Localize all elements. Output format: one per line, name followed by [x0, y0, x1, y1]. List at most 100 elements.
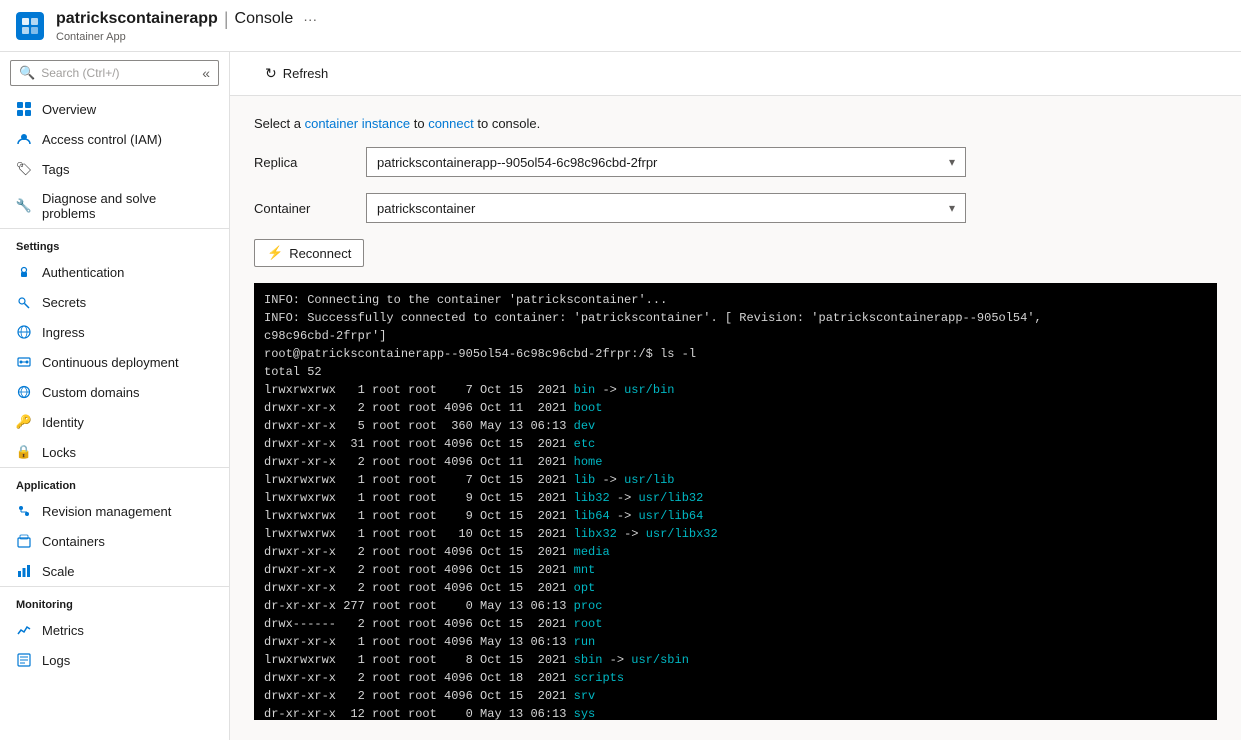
scale-icon — [16, 563, 32, 579]
search-box[interactable]: 🔍 Search (Ctrl+/) « — [10, 60, 219, 86]
instruction-text: Select a container instance to connect t… — [254, 116, 1217, 131]
container-link[interactable]: container — [305, 116, 358, 131]
replica-field-row: Replica patrickscontainerapp--905ol54-6c… — [254, 147, 1217, 177]
header-more-icon[interactable]: ··· — [303, 11, 317, 27]
terminal[interactable]: INFO: Connecting to the container 'patri… — [254, 283, 1217, 720]
sidebar-label-revision: Revision management — [42, 504, 213, 519]
domains-icon — [16, 384, 32, 400]
content-area: ↻ Refresh Select a container instance to… — [230, 52, 1241, 740]
sidebar-label-ingress: Ingress — [42, 325, 213, 340]
sidebar-item-iam[interactable]: Access control (IAM) — [0, 124, 229, 154]
terminal-line: drwxr-xr-x 2 root root 4096 Oct 11 2021 … — [264, 453, 1207, 471]
sidebar-item-authentication[interactable]: Authentication — [0, 257, 229, 287]
terminal-line: INFO: Successfully connected to containe… — [264, 309, 1207, 327]
sidebar-item-locks[interactable]: 🔒 Locks — [0, 437, 229, 467]
search-placeholder: Search (Ctrl+/) — [41, 66, 196, 80]
sidebar-item-scale[interactable]: Scale — [0, 556, 229, 586]
sidebar-label-containers: Containers — [42, 534, 213, 549]
sidebar-item-identity[interactable]: 🔑 Identity — [0, 407, 229, 437]
sidebar-item-secrets[interactable]: Secrets — [0, 287, 229, 317]
iam-icon — [16, 131, 32, 147]
terminal-line: drwxr-xr-x 31 root root 4096 Oct 15 2021… — [264, 435, 1207, 453]
header-app-name: patrickscontainerapp — [56, 10, 218, 28]
sidebar-label-iam: Access control (IAM) — [42, 132, 213, 147]
terminal-line: drwxr-xr-x 2 root root 4096 Oct 15 2021 … — [264, 561, 1207, 579]
replica-label: Replica — [254, 155, 354, 170]
terminal-line: drwxr-xr-x 2 root root 4096 Oct 15 2021 … — [264, 543, 1207, 561]
sidebar-label-locks: Locks — [42, 445, 213, 460]
app-icon — [16, 12, 44, 40]
auth-icon — [16, 264, 32, 280]
container-value: patrickscontainer — [377, 201, 949, 216]
container-field-row: Container patrickscontainer ▾ — [254, 193, 1217, 223]
search-icon: 🔍 — [19, 65, 35, 81]
terminal-line: drwxr-xr-x 2 root root 4096 Oct 15 2021 … — [264, 579, 1207, 597]
overview-icon — [16, 101, 32, 117]
refresh-button[interactable]: ↻ Refresh — [254, 60, 339, 87]
terminal-line: lrwxrwxrwx 1 root root 7 Oct 15 2021 lib… — [264, 471, 1207, 489]
terminal-line: drwxr-xr-x 2 root root 4096 Oct 11 2021 … — [264, 399, 1207, 417]
logs-icon — [16, 652, 32, 668]
sidebar-item-custom-domains[interactable]: Custom domains — [0, 377, 229, 407]
sidebar-item-tags[interactable]: 🏷 Tags — [0, 154, 229, 184]
header-title: patrickscontainerapp | Console ··· Conta… — [56, 9, 317, 43]
top-header: patrickscontainerapp | Console ··· Conta… — [0, 0, 1241, 52]
terminal-line: lrwxrwxrwx 1 root root 10 Oct 15 2021 li… — [264, 525, 1207, 543]
terminal-line: dr-xr-xr-x 277 root root 0 May 13 06:13 … — [264, 597, 1207, 615]
terminal-line: INFO: Connecting to the container 'patri… — [264, 291, 1207, 309]
sidebar-label-scale: Scale — [42, 564, 213, 579]
tags-icon: 🏷 — [16, 161, 32, 177]
reconnect-button[interactable]: ⚡ Reconnect — [254, 239, 364, 267]
sidebar-item-logs[interactable]: Logs — [0, 645, 229, 675]
application-section-label: Application — [0, 468, 229, 496]
sidebar-label-authentication: Authentication — [42, 265, 213, 280]
locks-icon: 🔒 — [16, 444, 32, 460]
sidebar-item-revision[interactable]: Revision management — [0, 496, 229, 526]
identity-icon: 🔑 — [16, 414, 32, 430]
reconnect-section: ⚡ Reconnect — [254, 239, 1217, 267]
cd-icon — [16, 354, 32, 370]
ingress-icon — [16, 324, 32, 340]
container-label: Container — [254, 201, 354, 216]
content-body: Select a container instance to connect t… — [230, 96, 1241, 740]
container-select[interactable]: patrickscontainer ▾ — [366, 193, 966, 223]
terminal-line: root@patrickscontainerapp--905ol54-6c98c… — [264, 345, 1207, 363]
containers-icon — [16, 533, 32, 549]
sidebar-label-cd: Continuous deployment — [42, 355, 213, 370]
connect-link[interactable]: connect — [428, 116, 474, 131]
sidebar-label-logs: Logs — [42, 653, 213, 668]
secrets-icon — [16, 294, 32, 310]
header-subtitle: Container App — [56, 31, 317, 43]
reconnect-icon: ⚡ — [267, 245, 283, 261]
sidebar-label-tags: Tags — [42, 162, 213, 177]
monitoring-section-label: Monitoring — [0, 587, 229, 615]
terminal-line: total 52 — [264, 363, 1207, 381]
header-separator: | — [224, 9, 229, 30]
terminal-line: lrwxrwxrwx 1 root root 9 Oct 15 2021 lib… — [264, 507, 1207, 525]
sidebar-item-metrics[interactable]: Metrics — [0, 615, 229, 645]
sidebar-item-continuous-deployment[interactable]: Continuous deployment — [0, 347, 229, 377]
main-layout: 🔍 Search (Ctrl+/) « Overview Access cont… — [0, 52, 1241, 740]
replica-select[interactable]: patrickscontainerapp--905ol54-6c98c96cbd… — [366, 147, 966, 177]
terminal-line: dr-xr-xr-x 12 root root 0 May 13 06:13 s… — [264, 705, 1207, 720]
sidebar-label-diagnose: Diagnose and solve problems — [42, 191, 213, 221]
collapse-sidebar-icon[interactable]: « — [202, 65, 210, 81]
metrics-icon — [16, 622, 32, 638]
terminal-line: c98c96cbd-2frpr'] — [264, 327, 1207, 345]
sidebar-label-secrets: Secrets — [42, 295, 213, 310]
sidebar-item-diagnose[interactable]: 🔧 Diagnose and solve problems — [0, 184, 229, 228]
sidebar-item-ingress[interactable]: Ingress — [0, 317, 229, 347]
sidebar-item-overview[interactable]: Overview — [0, 94, 229, 124]
instance-link[interactable]: instance — [362, 116, 410, 131]
container-dropdown-icon: ▾ — [949, 201, 955, 215]
content-toolbar: ↻ Refresh — [230, 52, 1241, 96]
settings-section-label: Settings — [0, 229, 229, 257]
terminal-line: drwxr-xr-x 5 root root 360 May 13 06:13 … — [264, 417, 1207, 435]
replica-dropdown-icon: ▾ — [949, 155, 955, 169]
refresh-label: Refresh — [283, 66, 329, 81]
terminal-line: lrwxrwxrwx 1 root root 8 Oct 15 2021 sbi… — [264, 651, 1207, 669]
terminal-line: lrwxrwxrwx 1 root root 9 Oct 15 2021 lib… — [264, 489, 1207, 507]
sidebar-item-containers[interactable]: Containers — [0, 526, 229, 556]
terminal-line: drwxr-xr-x 2 root root 4096 Oct 15 2021 … — [264, 687, 1207, 705]
header-page-title: Console — [235, 10, 294, 28]
